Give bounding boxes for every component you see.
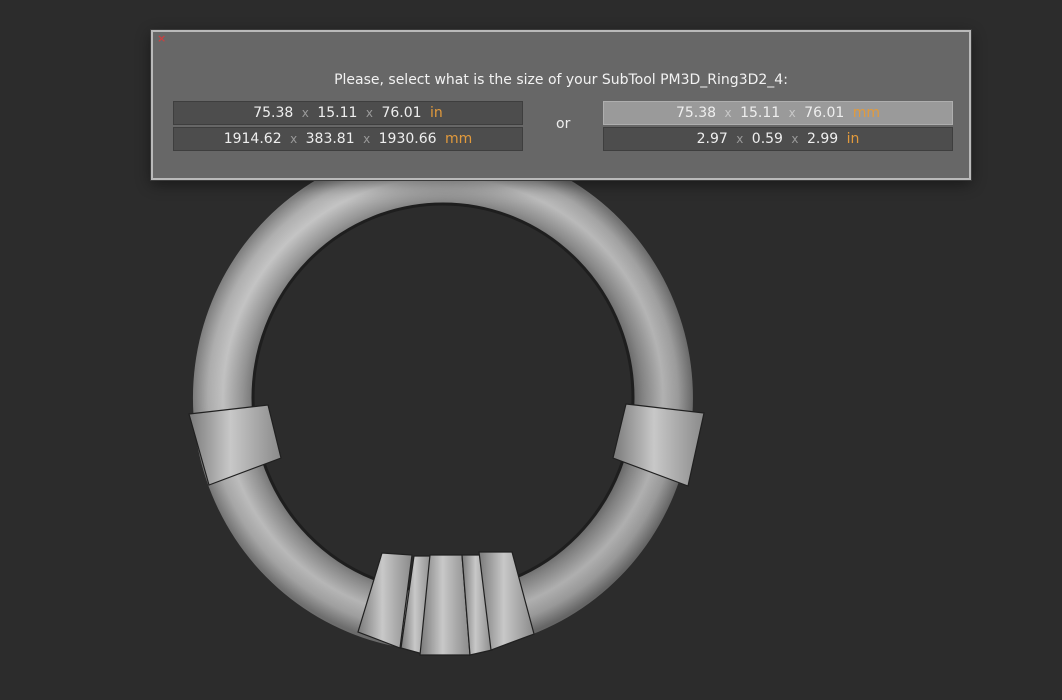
dim-c: 2.99 bbox=[806, 131, 839, 147]
dim-b: 15.11 bbox=[740, 105, 781, 121]
or-label: or bbox=[556, 116, 571, 132]
dim-c: 76.01 bbox=[381, 105, 422, 121]
size-option-left-2[interactable]: 1914.62 x 383.81 x 1930.66 mm bbox=[173, 127, 523, 151]
dim-b: 383.81 bbox=[305, 131, 355, 147]
dim-a: 75.38 bbox=[253, 105, 294, 121]
ring-model[interactable] bbox=[188, 145, 705, 656]
dim-c: 76.01 bbox=[804, 105, 845, 121]
dim-separator: x bbox=[365, 106, 373, 120]
dim-a: 2.97 bbox=[696, 131, 728, 147]
dim-b: 15.11 bbox=[317, 105, 358, 121]
dim-separator: x bbox=[363, 132, 371, 146]
ring-inner-edge bbox=[251, 202, 635, 594]
dim-unit: in bbox=[430, 105, 443, 121]
dim-separator: x bbox=[791, 132, 799, 146]
dim-separator: x bbox=[301, 106, 309, 120]
close-icon[interactable]: × bbox=[157, 33, 167, 44]
dim-a: 1914.62 bbox=[223, 131, 282, 147]
size-option-right-1[interactable]: 75.38 x 15.11 x 76.01 mm bbox=[603, 101, 953, 125]
dim-unit: mm bbox=[852, 105, 881, 121]
dim-c: 1930.66 bbox=[378, 131, 437, 147]
dim-unit: in bbox=[846, 131, 860, 147]
size-option-right-2[interactable]: 2.97 x 0.59 x 2.99 in bbox=[603, 127, 953, 151]
size-selection-dialog: × Please, select what is the size of you… bbox=[151, 30, 971, 180]
dim-separator: x bbox=[724, 106, 732, 120]
dim-separator: x bbox=[788, 106, 796, 120]
dim-unit: mm bbox=[445, 131, 473, 147]
dim-separator: x bbox=[290, 132, 298, 146]
dim-separator: x bbox=[736, 132, 744, 146]
dialog-prompt: Please, select what is the size of your … bbox=[334, 72, 788, 88]
dim-b: 0.59 bbox=[751, 131, 783, 147]
size-option-left-1[interactable]: 75.38 x 15.11 x 76.01 in bbox=[173, 101, 523, 125]
dim-a: 75.38 bbox=[675, 105, 717, 121]
